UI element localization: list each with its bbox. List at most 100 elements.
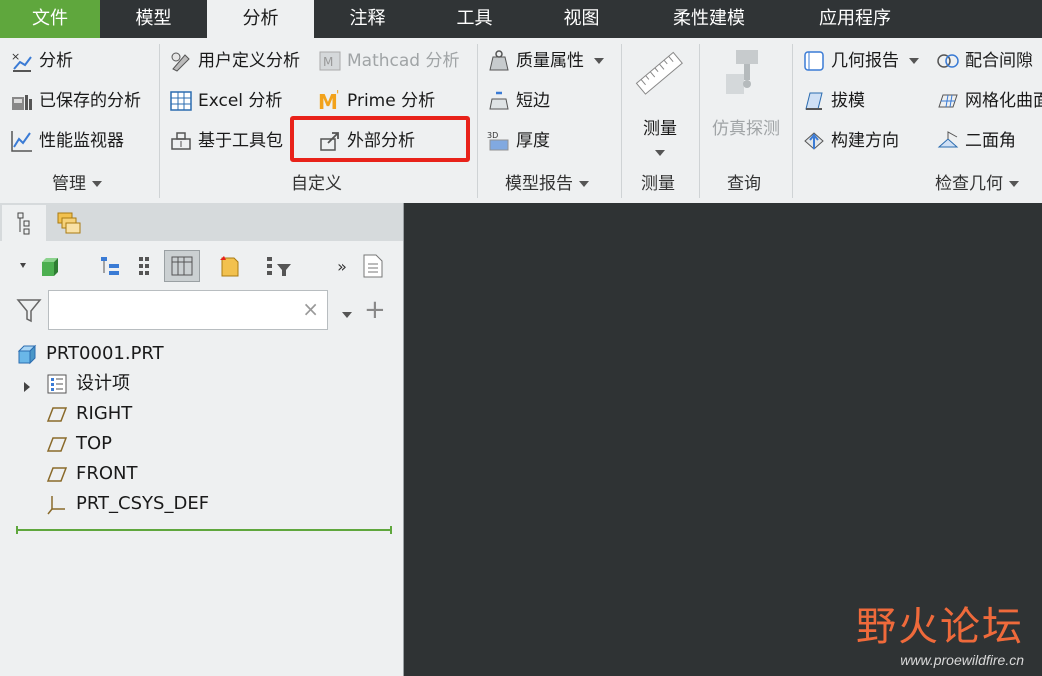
tree-expand-button[interactable] [96, 250, 126, 282]
tab-analysis[interactable]: 分析 [207, 0, 314, 38]
simulation-probe-button[interactable]: 仿真探测 [704, 44, 788, 144]
chevron-down-icon [579, 181, 589, 187]
thickness-button[interactable]: 3D 厚度 [487, 126, 550, 156]
prime-icon: M ' [318, 88, 342, 114]
add-filter-button[interactable]: + [364, 295, 386, 325]
table-columns-icon [171, 256, 193, 276]
tab-tools[interactable]: 工具 [421, 0, 528, 38]
analysis-button[interactable]: × 分析 [10, 46, 73, 76]
tab-annotate[interactable]: 注释 [314, 0, 421, 38]
model-tree-panel: » × + PRT0001.PRT 设计项 RIGHT TOP FRONT PR… [0, 203, 404, 676]
draft-button[interactable]: 拔模 [802, 86, 865, 116]
group-measure-label: 测量 [641, 174, 675, 194]
group-manage-label[interactable]: 管理 [52, 172, 102, 196]
mass-properties-button[interactable]: 质量属性 [487, 46, 604, 76]
layers-icon [57, 212, 81, 234]
expand-arrow-icon[interactable] [22, 378, 32, 398]
tab-model[interactable]: 模型 [100, 0, 207, 38]
coordinate-system-icon [46, 493, 68, 515]
datum-plane-icon [46, 463, 68, 485]
tree-item-top-plane[interactable]: TOP [46, 430, 112, 458]
more-tools-button[interactable]: » [330, 250, 354, 282]
group-model-report-label[interactable]: 模型报告 [505, 172, 589, 196]
tree-collapse-icon [139, 257, 149, 275]
insert-here-indicator[interactable] [16, 529, 392, 531]
design-items-icon [46, 373, 68, 395]
dihedral-angle-icon [936, 129, 960, 153]
filter-icon[interactable] [16, 297, 42, 323]
tab-layers[interactable] [48, 205, 92, 241]
display-style-dropdown[interactable] [16, 250, 66, 282]
svg-text:M: M [323, 55, 333, 69]
tab-applications[interactable]: 应用程序 [783, 0, 927, 38]
chevron-down-icon [594, 58, 604, 64]
graphics-window[interactable]: 野火论坛 www.proewildfire.cn [404, 203, 1042, 676]
ribbon: × 分析 已保存的分析 性能监视器 管理 用户定义分析 Excel 分析 基于工… [0, 38, 1042, 203]
measure-button[interactable]: 测量 [630, 44, 690, 166]
svg-text:M: M [318, 90, 338, 113]
prime-analysis-button[interactable]: M ' Prime 分析 [318, 86, 435, 116]
tree-settings-button[interactable] [358, 250, 390, 282]
mathcad-analysis-button[interactable]: M Mathcad 分析 [318, 46, 459, 76]
tab-flexible-modeling[interactable]: 柔性建模 [635, 0, 783, 38]
geometry-report-icon [802, 49, 826, 73]
svg-text:×: × [11, 50, 20, 63]
saved-analysis-icon [10, 89, 34, 113]
short-edge-button[interactable]: 短边 [487, 86, 550, 116]
tree-item-design-items[interactable]: 设计项 [46, 370, 130, 398]
user-defined-analysis-button[interactable]: 用户定义分析 [169, 46, 300, 76]
tab-file[interactable]: 文件 [0, 0, 100, 38]
mass-properties-icon [487, 49, 511, 73]
fit-clearance-button[interactable]: 配合间隙 [936, 46, 1033, 76]
filter-dropdown-button[interactable] [336, 305, 352, 325]
tree-item-root[interactable]: PRT0001.PRT [16, 340, 164, 368]
short-edge-icon [487, 89, 511, 113]
chevron-down-icon [655, 150, 665, 156]
svg-text:': ' [336, 89, 339, 102]
new-note-button[interactable] [215, 250, 245, 282]
build-direction-icon [802, 129, 826, 153]
thickness-icon: 3D [487, 129, 511, 153]
plus-icon: + [364, 295, 386, 325]
toolkit-based-button[interactable]: 基于工具包 [169, 126, 283, 156]
tree-search-field: × [48, 290, 328, 330]
tree-item-csys[interactable]: PRT_CSYS_DEF [46, 490, 209, 518]
tree-expand-icon [101, 257, 119, 275]
probe-icon [704, 44, 788, 104]
part-icon [16, 343, 38, 365]
tab-model-tree[interactable] [2, 205, 46, 241]
chevron-down-icon [342, 312, 352, 318]
excel-analysis-button[interactable]: Excel 分析 [169, 86, 282, 116]
datum-plane-icon [46, 403, 68, 425]
tab-view[interactable]: 视图 [528, 0, 635, 38]
dihedral-angle-button[interactable]: 二面角 [936, 126, 1016, 156]
tree-item-front-plane[interactable]: FRONT [46, 460, 138, 488]
prime-analysis-highlight-box [290, 116, 470, 162]
clear-icon[interactable]: × [302, 297, 319, 321]
tree-search-input[interactable] [55, 297, 299, 325]
tree-collapse-button[interactable] [130, 250, 160, 282]
mesh-surface-icon [936, 89, 960, 113]
group-custom-label: 自定义 [291, 174, 342, 194]
insert-indicator-cap [390, 526, 392, 534]
chevron-down-icon [909, 58, 919, 64]
solid-model-icon [20, 258, 58, 276]
tree-filter-button[interactable] [263, 250, 297, 282]
toolkit-icon [169, 129, 193, 153]
tree-columns-button[interactable] [164, 250, 200, 282]
geometry-report-button[interactable]: 几何报告 [802, 46, 919, 76]
group-inspect-geometry-label[interactable]: 检查几何 [935, 172, 1019, 196]
chevron-down-icon [92, 181, 102, 187]
ribbon-tab-bar: 文件 模型 分析 注释 工具 视图 柔性建模 应用程序 [0, 0, 1042, 38]
svg-text:3D: 3D [487, 131, 498, 140]
double-chevron-right-icon: » [337, 256, 347, 276]
mesh-surface-button[interactable]: 网格化曲面 [936, 86, 1042, 116]
build-direction-button[interactable]: 构建方向 [802, 126, 899, 156]
performance-monitor-icon [10, 129, 34, 153]
tree-item-right-plane[interactable]: RIGHT [46, 400, 132, 428]
saved-analysis-button[interactable]: 已保存的分析 [10, 86, 141, 116]
model-tree-icon [17, 212, 30, 235]
user-defined-analysis-icon [169, 49, 193, 73]
performance-monitor-button[interactable]: 性能监视器 [10, 126, 124, 156]
draft-icon [802, 89, 826, 113]
